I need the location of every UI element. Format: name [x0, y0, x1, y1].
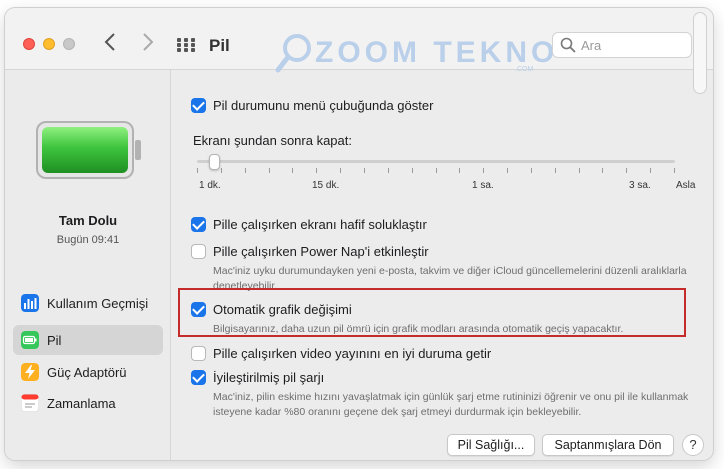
slider-tick: [531, 168, 532, 173]
slider-ticks: [197, 168, 675, 174]
screen-off-label: Ekranı şundan sonra kapat:: [193, 133, 352, 148]
slider-tick: [650, 168, 651, 173]
slider-tick: [269, 168, 270, 173]
restore-defaults-button[interactable]: Saptanmışlara Dön: [542, 434, 674, 456]
search-icon: [560, 37, 576, 53]
power-nap-checkbox[interactable]: [191, 244, 206, 259]
battery-settings-pane: Pil durumunu menü çubuğunda göster Ekran…: [172, 70, 713, 460]
usage-history-icon: [21, 294, 39, 312]
zoom-window-button[interactable]: [63, 38, 75, 50]
show-all-grid-icon[interactable]: [177, 38, 195, 52]
slider-tick: [459, 168, 460, 173]
close-window-button[interactable]: [23, 38, 35, 50]
sidebar-item-label: Zamanlama: [47, 396, 116, 411]
battery-health-button[interactable]: Pil Sağlığı...: [447, 434, 535, 456]
screen-off-slider-thumb[interactable]: [209, 154, 220, 170]
menu-bar-label: Pil durumunu menü çubuğunda göster: [213, 98, 434, 113]
menu-bar-checkbox[interactable]: [191, 98, 206, 113]
auto-graphics-label: Otomatik grafik değişimi: [213, 302, 352, 317]
slider-tick: [364, 168, 365, 173]
battery-status-time: Bugün 09:41: [56, 234, 120, 246]
chevron-left-icon: [104, 33, 115, 51]
optimized-charging-description: Mac'iniz, pilin eskime hızını yavaşlatma…: [213, 391, 689, 418]
sidebar-item-label: Güç Adaptörü: [47, 365, 127, 380]
slider-tick: [197, 168, 198, 173]
slider-tick: [674, 168, 675, 173]
search-field[interactable]: Ara: [552, 32, 692, 58]
slider-tick: [316, 168, 317, 173]
dim-display-checkbox[interactable]: [191, 217, 206, 232]
forward-button[interactable]: [137, 32, 159, 56]
optimized-charging-checkbox[interactable]: [191, 370, 206, 385]
battery-icon: [21, 331, 39, 349]
auto-graphics-description: Bilgisayarınız, daha uzun pil ömrü için …: [213, 323, 624, 335]
dim-display-label: Pille çalışırken ekranı hafif soluklaştı…: [213, 217, 427, 232]
help-button[interactable]: ?: [682, 434, 704, 456]
slider-label-3hr: 3 sa.: [629, 180, 651, 191]
system-preferences-window: Pil ZOOM TEKNO .COM Ara Tam Dolu Bugün 0…: [5, 8, 713, 460]
slider-tick: [579, 168, 580, 173]
optimized-charging-label: İyileştirilmiş pil şarjı: [213, 370, 325, 385]
slider-tick: [555, 168, 556, 173]
slider-label-1hr: 1 sa.: [472, 180, 494, 191]
power-adapter-icon: [21, 363, 39, 381]
sidebar: Tam Dolu Bugün 09:41 Kullanım Geçmişi Pi…: [5, 70, 171, 460]
auto-graphics-checkbox[interactable]: [191, 302, 206, 317]
battery-status-icon: [36, 121, 141, 179]
slider-tick: [292, 168, 293, 173]
calendar-icon: [21, 394, 39, 412]
sidebar-item-battery[interactable]: Pil: [13, 325, 163, 355]
slider-tick: [388, 168, 389, 173]
slider-tick: [602, 168, 603, 173]
slider-tick: [507, 168, 508, 173]
screen-off-slider-track[interactable]: [197, 160, 675, 163]
video-streaming-label: Pille çalışırken video yayınını en iyi d…: [213, 346, 492, 361]
minimize-window-button[interactable]: [43, 38, 55, 50]
sidebar-item-label: Kullanım Geçmişi: [47, 296, 149, 311]
power-nap-label: Pille çalışırken Power Nap'i etkinleştir: [213, 244, 429, 259]
title-bar: Pil ZOOM TEKNO .COM Ara: [5, 8, 713, 94]
chevron-right-icon: [143, 33, 154, 51]
slider-tick: [245, 168, 246, 173]
window-title: Pil: [209, 36, 230, 55]
sidebar-item-usage-history[interactable]: Kullanım Geçmişi: [13, 288, 163, 318]
slider-tick: [483, 168, 484, 173]
back-button[interactable]: [99, 32, 121, 56]
slider-tick: [436, 168, 437, 173]
slider-tick: [412, 168, 413, 173]
video-streaming-checkbox[interactable]: [191, 346, 206, 361]
search-placeholder: Ara: [581, 38, 602, 53]
sidebar-item-schedule[interactable]: Zamanlama: [13, 388, 163, 418]
slider-tick: [340, 168, 341, 173]
slider-tick: [221, 168, 222, 173]
watermark-text: ZOOM TEKNO: [315, 36, 559, 69]
slider-label-1min: 1 dk.: [199, 180, 221, 191]
slider-label-never: Asla: [676, 180, 696, 191]
sidebar-item-label: Pil: [47, 333, 62, 348]
slider-tick: [626, 168, 627, 173]
slider-label-15min: 15 dk.: [312, 180, 340, 191]
sidebar-item-power-adapter[interactable]: Güç Adaptörü: [13, 357, 163, 387]
battery-status-title: Tam Dolu: [58, 213, 118, 228]
